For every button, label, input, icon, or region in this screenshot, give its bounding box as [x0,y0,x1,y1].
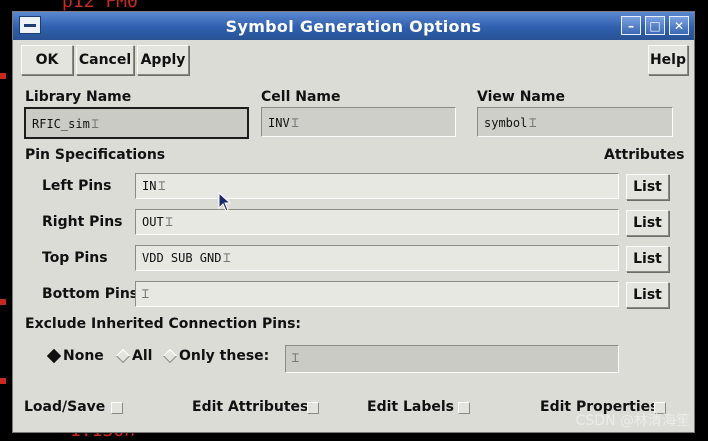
library-name-label: Library Name [25,89,132,105]
view-name-value: symbol [484,114,536,131]
symbol-generation-dialog: Symbol Generation Options – □ ✕ OK Cance… [12,11,695,433]
maximize-button[interactable]: □ [645,16,665,35]
radio-all-label: All [132,348,153,364]
background-wire [0,299,6,305]
minimize-button[interactable]: – [621,16,641,35]
view-name-input[interactable]: symbol [477,107,673,137]
maximize-icon: □ [649,18,661,33]
load-save-label: Load/Save [24,399,106,415]
view-name-label: View Name [477,89,565,105]
left-pins-list-button[interactable]: List [626,174,669,200]
radio-unselected-icon [115,348,131,364]
left-pins-input[interactable]: IN [135,173,619,199]
background-wire [0,73,6,79]
top-pins-value: VDD SUB GND [142,251,230,265]
radio-only-these[interactable]: Only these: [162,348,270,364]
only-these-input[interactable] [285,345,619,373]
right-pins-list-button[interactable]: List [626,210,669,236]
library-name-input[interactable]: RFIC_sim [24,107,249,139]
load-save-checkbox[interactable] [111,402,123,414]
minimize-icon: – [628,18,634,33]
ok-button[interactable]: OK [21,45,73,75]
right-pins-label: Right Pins [42,214,123,230]
cancel-button[interactable]: Cancel [76,45,134,75]
radio-only-these-label: Only these: [179,348,270,364]
edit-attributes-checkbox[interactable] [307,402,319,414]
top-pins-label: Top Pins [42,250,108,266]
pin-specifications-heading: Pin Specifications [25,147,166,163]
background-wire [0,378,6,384]
right-pins-input[interactable]: OUT [135,209,619,235]
exclude-inherited-heading: Exclude Inherited Connection Pins: [25,316,302,332]
bottom-pins-list-button[interactable]: List [626,282,669,308]
cell-name-input[interactable]: INV [261,107,456,137]
edit-attributes-label: Edit Attributes [192,399,309,415]
top-pins-input[interactable]: VDD SUB GND [135,245,619,271]
radio-none-label: None [63,348,104,364]
radio-selected-icon [46,348,62,364]
help-button[interactable]: Help [648,45,688,75]
edit-labels-label: Edit Labels [367,399,454,415]
apply-button[interactable]: Apply [137,45,189,75]
top-pins-list-button[interactable]: List [626,246,669,272]
radio-all[interactable]: All [115,348,153,364]
watermark: CSDN @林清海笙 [575,413,690,429]
close-icon: ✕ [673,18,685,33]
left-pins-label: Left Pins [42,178,112,194]
left-pins-value: IN [142,179,165,193]
attributes-heading: Attributes [604,147,685,163]
right-pins-value: OUT [142,215,172,229]
window-title: Symbol Generation Options [225,17,482,36]
mouse-cursor-icon [218,192,232,212]
edit-labels-checkbox[interactable] [458,402,470,414]
title-bar[interactable]: Symbol Generation Options – □ ✕ [13,12,694,40]
bottom-pins-label: Bottom Pins [42,286,139,302]
radio-unselected-icon [162,348,178,364]
radio-none[interactable]: None [46,348,104,364]
close-button[interactable]: ✕ [669,16,689,35]
cell-name-value: INV [268,114,298,131]
library-name-value: RFIC_sim [32,115,98,132]
bottom-pins-value [142,287,149,301]
only-these-value [292,351,299,365]
bottom-pins-input[interactable] [135,281,619,307]
cell-name-label: Cell Name [261,89,341,105]
